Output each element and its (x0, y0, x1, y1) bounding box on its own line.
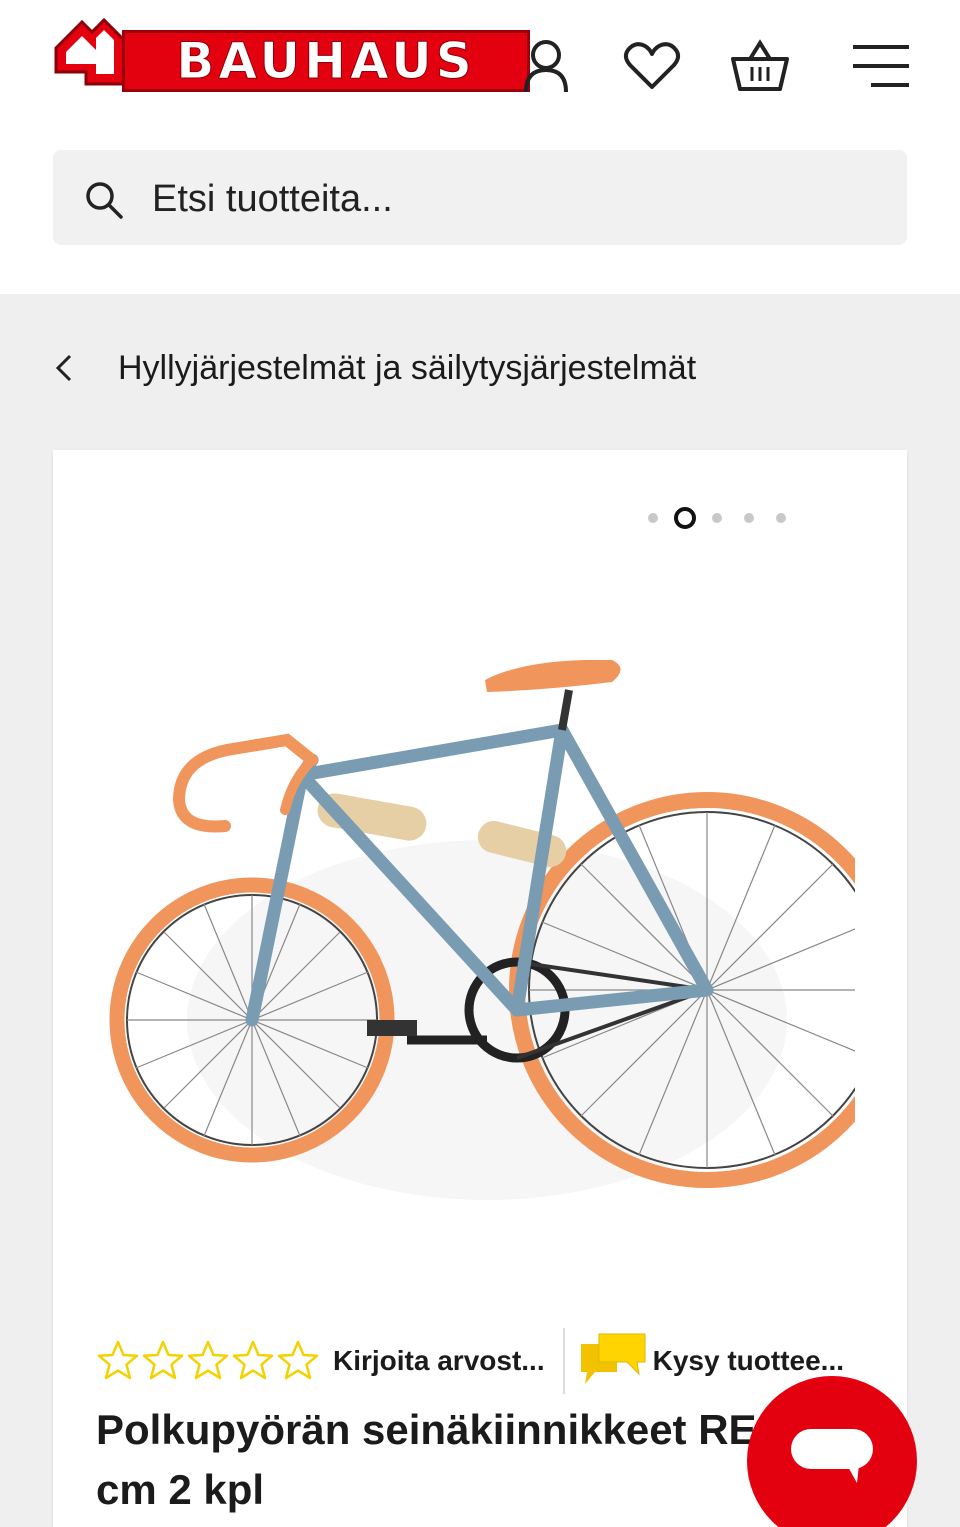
search-icon[interactable] (84, 180, 124, 220)
gallery-dot-active[interactable] (674, 507, 696, 529)
basket-icon[interactable] (728, 34, 792, 98)
ask-question-link[interactable]: Kysy tuottee... (653, 1345, 844, 1377)
write-review-link[interactable]: Kirjoita arvost... (333, 1345, 545, 1377)
search-input[interactable] (152, 172, 852, 226)
gallery-dot[interactable] (744, 513, 754, 523)
bauhaus-logo[interactable]: BAUHAUS (52, 8, 530, 92)
chat-icon (791, 1429, 873, 1483)
chat-bubbles-icon[interactable] (577, 1332, 649, 1390)
star-empty-icon (232, 1340, 274, 1380)
site-header: BAUHAUS (0, 0, 960, 294)
menu-icon[interactable] (848, 34, 914, 98)
gallery-dot[interactable] (648, 513, 658, 523)
star-empty-icon (277, 1340, 319, 1380)
user-icon[interactable] (514, 34, 578, 98)
star-empty-icon (187, 1340, 229, 1380)
chevron-left-icon (55, 354, 72, 382)
product-image[interactable] (107, 600, 855, 1240)
gallery-dot[interactable] (776, 513, 786, 523)
heart-icon[interactable] (620, 34, 684, 98)
breadcrumb-label: Hyllyjärjestelmät ja säilytysjärjestelmä… (118, 348, 697, 387)
star-empty-icon (142, 1340, 184, 1380)
gallery-dot[interactable] (712, 513, 722, 523)
breadcrumb[interactable]: Hyllyjärjestelmät ja säilytysjärjestelmä… (50, 340, 696, 396)
house-logo-icon (54, 17, 126, 86)
divider (562, 1328, 565, 1394)
rating-row: Kirjoita arvost... Kysy tuottee... (96, 1326, 866, 1396)
star-empty-icon (97, 1340, 139, 1380)
gallery-pagination (637, 506, 797, 530)
logo-wordmark: BAUHAUS (122, 30, 530, 92)
rating-stars[interactable] (96, 1339, 321, 1383)
